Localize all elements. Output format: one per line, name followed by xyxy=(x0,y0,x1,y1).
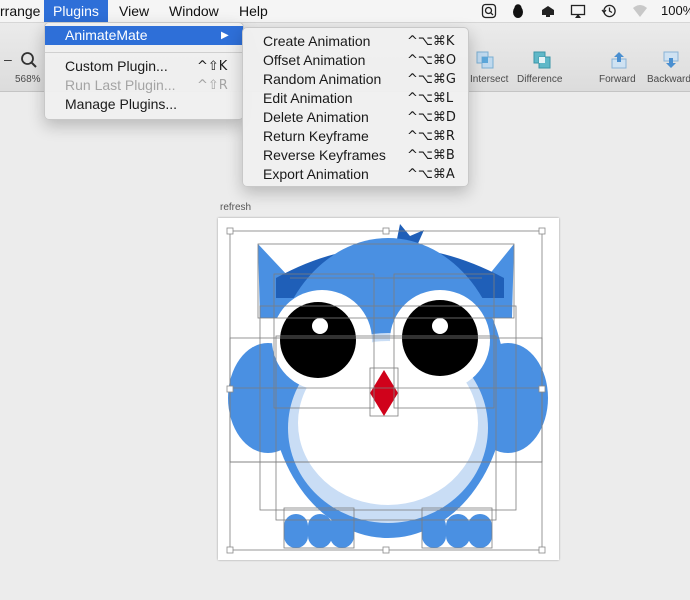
menu-item-shortcut: ^⌥⌘D xyxy=(407,110,456,125)
owl-toe xyxy=(468,514,492,548)
intersect-label: Intersect xyxy=(470,74,509,85)
difference-icon xyxy=(533,51,551,69)
artboard-label[interactable]: refresh xyxy=(220,202,251,213)
menu-item-label: Custom Plugin... xyxy=(65,58,168,74)
menu-item-shortcut: ^⌥⌘A xyxy=(407,167,455,182)
time-machine-icon[interactable] xyxy=(601,3,617,19)
menu-item-label: Run Last Plugin... xyxy=(65,77,176,93)
zoom-level: 568% xyxy=(15,74,41,85)
menu-item-label: Reverse Keyframes xyxy=(263,147,386,163)
menu-plugins[interactable]: Plugins xyxy=(44,0,108,22)
menu-item-return-keyframe[interactable]: Return Keyframe ^⌥⌘R xyxy=(243,127,468,146)
menu-item-label: Export Animation xyxy=(263,166,369,182)
menu-arrange-label: rrange xyxy=(0,3,41,19)
menu-item-shortcut: ^⌥⌘R xyxy=(407,129,455,144)
wifi-icon[interactable] xyxy=(632,3,648,19)
menu-item-shortcut: ^⌥⌘G xyxy=(407,72,456,87)
owl-toe xyxy=(284,514,308,548)
menu-item-label: AnimateMate xyxy=(65,27,148,43)
menu-item-create-animation[interactable]: Create Animation ^⌥⌘K xyxy=(243,32,468,51)
zoom-icon[interactable] xyxy=(20,51,38,69)
menu-item-shortcut: ^⌥⌘K xyxy=(407,34,455,49)
plugins-menu: AnimateMate ▶ Custom Plugin... ^⇧K Run L… xyxy=(44,22,244,120)
artboard[interactable] xyxy=(218,218,559,560)
menu-bar: rrange Plugins View Window Help 100% xyxy=(0,0,690,23)
intersect-icon xyxy=(476,51,494,69)
zoom-out-button[interactable]: – xyxy=(4,51,12,67)
menu-item-run-last-plugin: Run Last Plugin... ^⇧R xyxy=(45,76,243,95)
owl-illustration[interactable] xyxy=(218,218,559,560)
menu-item-delete-animation[interactable]: Delete Animation ^⌥⌘D xyxy=(243,108,468,127)
menu-item-shortcut: ^⇧K xyxy=(197,59,228,74)
menu-item-edit-animation[interactable]: Edit Animation ^⌥⌘L xyxy=(243,89,468,108)
menu-item-random-animation[interactable]: Random Animation ^⌥⌘G xyxy=(243,70,468,89)
battery-percent: 100% xyxy=(661,3,690,18)
menu-item-shortcut: ^⇧R xyxy=(197,78,228,93)
menu-item-animatemate[interactable]: AnimateMate ▶ xyxy=(45,26,243,45)
owl-left-pupil xyxy=(280,302,356,378)
menu-help-label: Help xyxy=(239,3,268,19)
menu-item-label: Return Keyframe xyxy=(263,128,369,144)
animatemate-submenu: Create Animation ^⌥⌘K Offset Animation ^… xyxy=(242,27,469,187)
menu-item-offset-animation[interactable]: Offset Animation ^⌥⌘O xyxy=(243,51,468,70)
menu-item-label: Create Animation xyxy=(263,33,371,49)
menu-item-label: Random Animation xyxy=(263,71,382,87)
bring-forward-icon xyxy=(611,52,627,69)
owl-left-eye-glint xyxy=(312,318,328,334)
menu-item-label: Offset Animation xyxy=(263,52,366,68)
send-backward-icon xyxy=(663,51,679,68)
backward-label: Backward xyxy=(647,74,690,85)
owl-toe xyxy=(446,514,470,548)
forward-label: Forward xyxy=(599,74,636,85)
menu-arrange[interactable]: rrange xyxy=(0,0,40,22)
owl-toe xyxy=(330,514,354,548)
owl-toe xyxy=(422,514,446,548)
menu-item-manage-plugins[interactable]: Manage Plugins... xyxy=(45,95,243,114)
menu-item-reverse-keyframes[interactable]: Reverse Keyframes ^⌥⌘B xyxy=(243,146,468,165)
difference-label: Difference xyxy=(517,74,563,85)
menu-view[interactable]: View xyxy=(112,0,158,22)
menu-item-label: Edit Animation xyxy=(263,90,353,106)
menu-plugins-label: Plugins xyxy=(53,3,99,19)
menu-window-label: Window xyxy=(169,3,219,19)
qq-penguin-icon[interactable] xyxy=(510,3,526,19)
submenu-arrow-icon: ▶ xyxy=(221,30,229,41)
menu-view-label: View xyxy=(119,3,150,19)
menu-window[interactable]: Window xyxy=(162,0,228,22)
search-icon[interactable] xyxy=(481,3,497,19)
airplay-icon[interactable] xyxy=(570,3,586,19)
menu-item-shortcut: ^⌥⌘B xyxy=(407,148,455,163)
menu-help[interactable]: Help xyxy=(232,0,272,22)
menu-item-shortcut: ^⌥⌘O xyxy=(407,53,457,68)
cloud-icon[interactable] xyxy=(540,3,556,19)
menu-item-label: Manage Plugins... xyxy=(65,96,178,112)
menu-item-export-animation[interactable]: Export Animation ^⌥⌘A xyxy=(243,165,468,184)
menu-item-shortcut: ^⌥⌘L xyxy=(407,91,454,106)
owl-right-eye-glint xyxy=(432,318,448,334)
owl-toe xyxy=(308,514,332,548)
menu-item-custom-plugin[interactable]: Custom Plugin... ^⇧K xyxy=(45,57,243,76)
menu-separator xyxy=(45,52,243,53)
menu-item-label: Delete Animation xyxy=(263,109,369,125)
